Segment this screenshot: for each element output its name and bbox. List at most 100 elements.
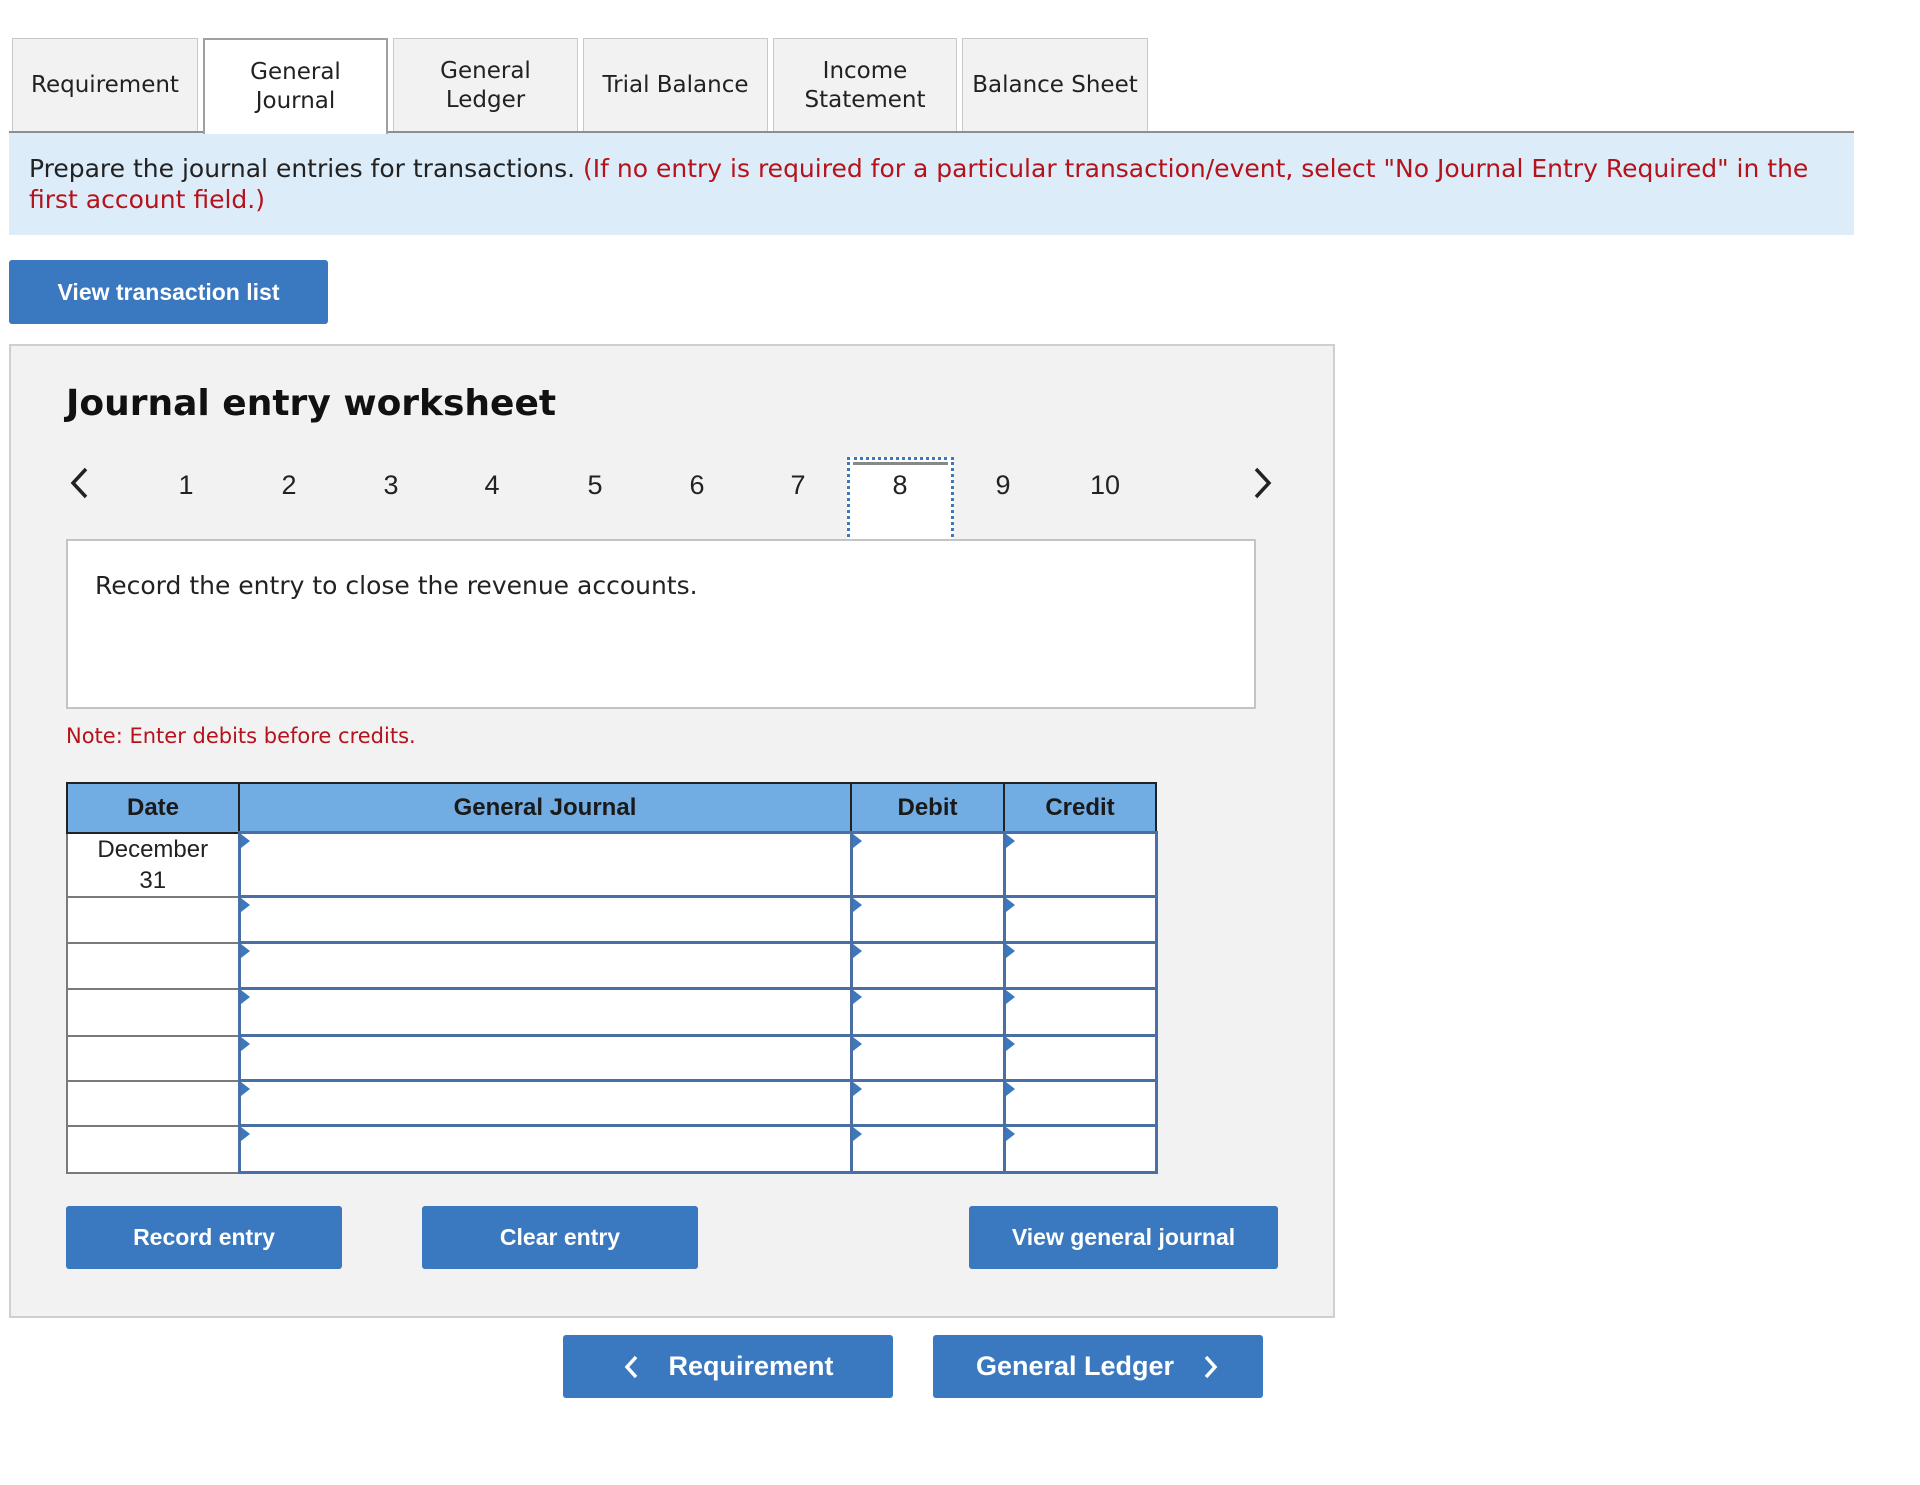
debit-cell: [849, 895, 1007, 944]
page-9[interactable]: 9: [983, 470, 1023, 501]
debit-cell: [849, 1079, 1007, 1127]
header-date: Date: [66, 782, 240, 834]
instructions-banner: Prepare the journal entries for transact…: [9, 133, 1854, 235]
credit-cell: [1002, 831, 1159, 898]
page-3[interactable]: 3: [371, 470, 411, 501]
button-label: View general journal: [1011, 1224, 1236, 1250]
record-entry-button[interactable]: Record entry: [66, 1206, 342, 1269]
credit-input[interactable]: [1005, 910, 1159, 928]
debit-input[interactable]: [852, 855, 1007, 873]
debit-input[interactable]: [852, 1049, 1007, 1066]
account-input[interactable]: [240, 1003, 854, 1020]
tab-trial-balance[interactable]: Trial Balance: [583, 38, 768, 132]
dropdown-marker-icon: [1005, 944, 1015, 958]
tab-label: Trial Balance: [602, 72, 749, 98]
tab-label: Income Statement: [804, 57, 926, 113]
credit-input[interactable]: [1005, 1094, 1159, 1111]
account-input[interactable]: [240, 1094, 854, 1111]
transaction-description: Record the entry to close the revenue ac…: [66, 539, 1256, 709]
debits-note: Note: Enter debits before credits.: [66, 724, 416, 748]
dropdown-marker-icon: [852, 898, 862, 912]
view-transaction-list-button[interactable]: View transaction list: [9, 260, 328, 324]
dropdown-marker-icon: [852, 1082, 862, 1096]
dropdown-marker-icon: [240, 944, 250, 958]
prev-page-icon[interactable]: [68, 465, 92, 510]
tab-label: General Ledger: [440, 57, 531, 113]
credit-input[interactable]: [1005, 1140, 1159, 1157]
tab-label: Balance Sheet: [972, 72, 1138, 98]
next-general-ledger-button[interactable]: General Ledger: [933, 1335, 1263, 1398]
credit-input[interactable]: [1005, 956, 1159, 974]
description-text: Record the entry to close the revenue ac…: [95, 571, 698, 600]
button-label: View transaction list: [57, 278, 280, 305]
table-row: [66, 941, 1159, 990]
account-cell: [237, 941, 854, 990]
dropdown-marker-icon: [1005, 1082, 1015, 1096]
clear-entry-button[interactable]: Clear entry: [422, 1206, 698, 1269]
date-cell: [66, 1124, 240, 1174]
account-cell: [237, 1034, 854, 1082]
dropdown-marker-icon: [1005, 898, 1015, 912]
credit-cell: [1002, 987, 1159, 1037]
account-cell: [237, 1079, 854, 1127]
tab-general-journal[interactable]: General Journal: [203, 38, 388, 134]
date-cell: December 31: [66, 831, 240, 898]
prev-requirement-button[interactable]: Requirement: [563, 1335, 893, 1398]
account-cell: [237, 1124, 854, 1174]
page-6[interactable]: 6: [677, 470, 717, 501]
debit-cell: [849, 1124, 1007, 1174]
table-row: December 31: [66, 831, 1159, 898]
page-4[interactable]: 4: [472, 470, 512, 501]
date-cell: [66, 941, 240, 990]
instructions-main: Prepare the journal entries for transact…: [29, 154, 576, 183]
account-cell: [237, 987, 854, 1037]
next-page-icon[interactable]: [1250, 465, 1274, 510]
dropdown-marker-icon: [240, 898, 250, 912]
credit-cell: [1002, 895, 1159, 944]
credit-cell: [1002, 1034, 1159, 1082]
page-7[interactable]: 7: [778, 470, 818, 501]
account-cell: [237, 831, 854, 898]
debit-input[interactable]: [852, 1003, 1007, 1020]
account-input[interactable]: [240, 910, 854, 928]
dropdown-marker-icon: [1005, 834, 1015, 848]
page-10[interactable]: 10: [1085, 470, 1125, 501]
debit-cell: [849, 941, 1007, 990]
dropdown-marker-icon: [240, 990, 250, 1004]
credit-input[interactable]: [1005, 855, 1159, 873]
debit-input[interactable]: [852, 956, 1007, 974]
worksheet-title: Journal entry worksheet: [66, 383, 557, 424]
page-2[interactable]: 2: [269, 470, 309, 501]
view-general-journal-button[interactable]: View general journal: [969, 1206, 1278, 1269]
chevron-right-icon: [1204, 1355, 1218, 1378]
tab-requirement[interactable]: Requirement: [12, 38, 198, 132]
account-input[interactable]: [240, 956, 854, 974]
journal-table: Date General Journal Debit Credit Decemb…: [66, 782, 1159, 1174]
header-general-journal: General Journal: [238, 782, 852, 834]
credit-cell: [1002, 1079, 1159, 1127]
dropdown-marker-icon: [1005, 1037, 1015, 1051]
account-input[interactable]: [240, 855, 854, 873]
credit-input[interactable]: [1005, 1049, 1159, 1066]
debit-input[interactable]: [852, 1140, 1007, 1157]
page-1[interactable]: 1: [166, 470, 206, 501]
page-5[interactable]: 5: [575, 470, 615, 501]
debit-input[interactable]: [852, 910, 1007, 928]
tab-income-statement[interactable]: Income Statement: [773, 38, 957, 132]
table-row: [66, 1034, 1159, 1082]
header-debit: Debit: [850, 782, 1005, 834]
account-input[interactable]: [240, 1049, 854, 1066]
debit-input[interactable]: [852, 1094, 1007, 1111]
dropdown-marker-icon: [852, 834, 862, 848]
tab-balance-sheet[interactable]: Balance Sheet: [962, 38, 1148, 132]
account-input[interactable]: [240, 1140, 854, 1157]
dropdown-marker-icon: [240, 1127, 250, 1141]
dropdown-marker-icon: [852, 944, 862, 958]
tab-general-ledger[interactable]: General Ledger: [393, 38, 578, 132]
debit-cell: [849, 831, 1007, 898]
date-cell: [66, 1034, 240, 1082]
date-cell: [66, 1079, 240, 1127]
credit-input[interactable]: [1005, 1003, 1159, 1020]
page-8[interactable]: 8: [880, 470, 920, 501]
dropdown-marker-icon: [1005, 990, 1015, 1004]
